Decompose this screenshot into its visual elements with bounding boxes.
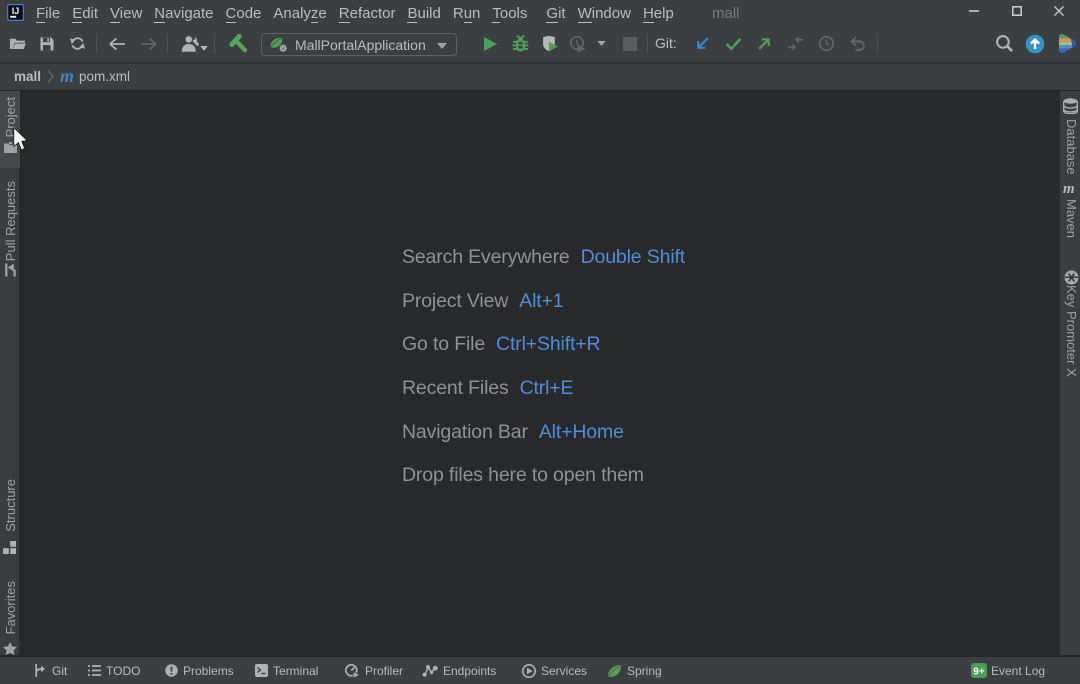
svg-text:IJ: IJ [12,6,20,16]
svg-text:9+: 9+ [973,667,985,678]
svg-text:m: m [1063,181,1075,194]
